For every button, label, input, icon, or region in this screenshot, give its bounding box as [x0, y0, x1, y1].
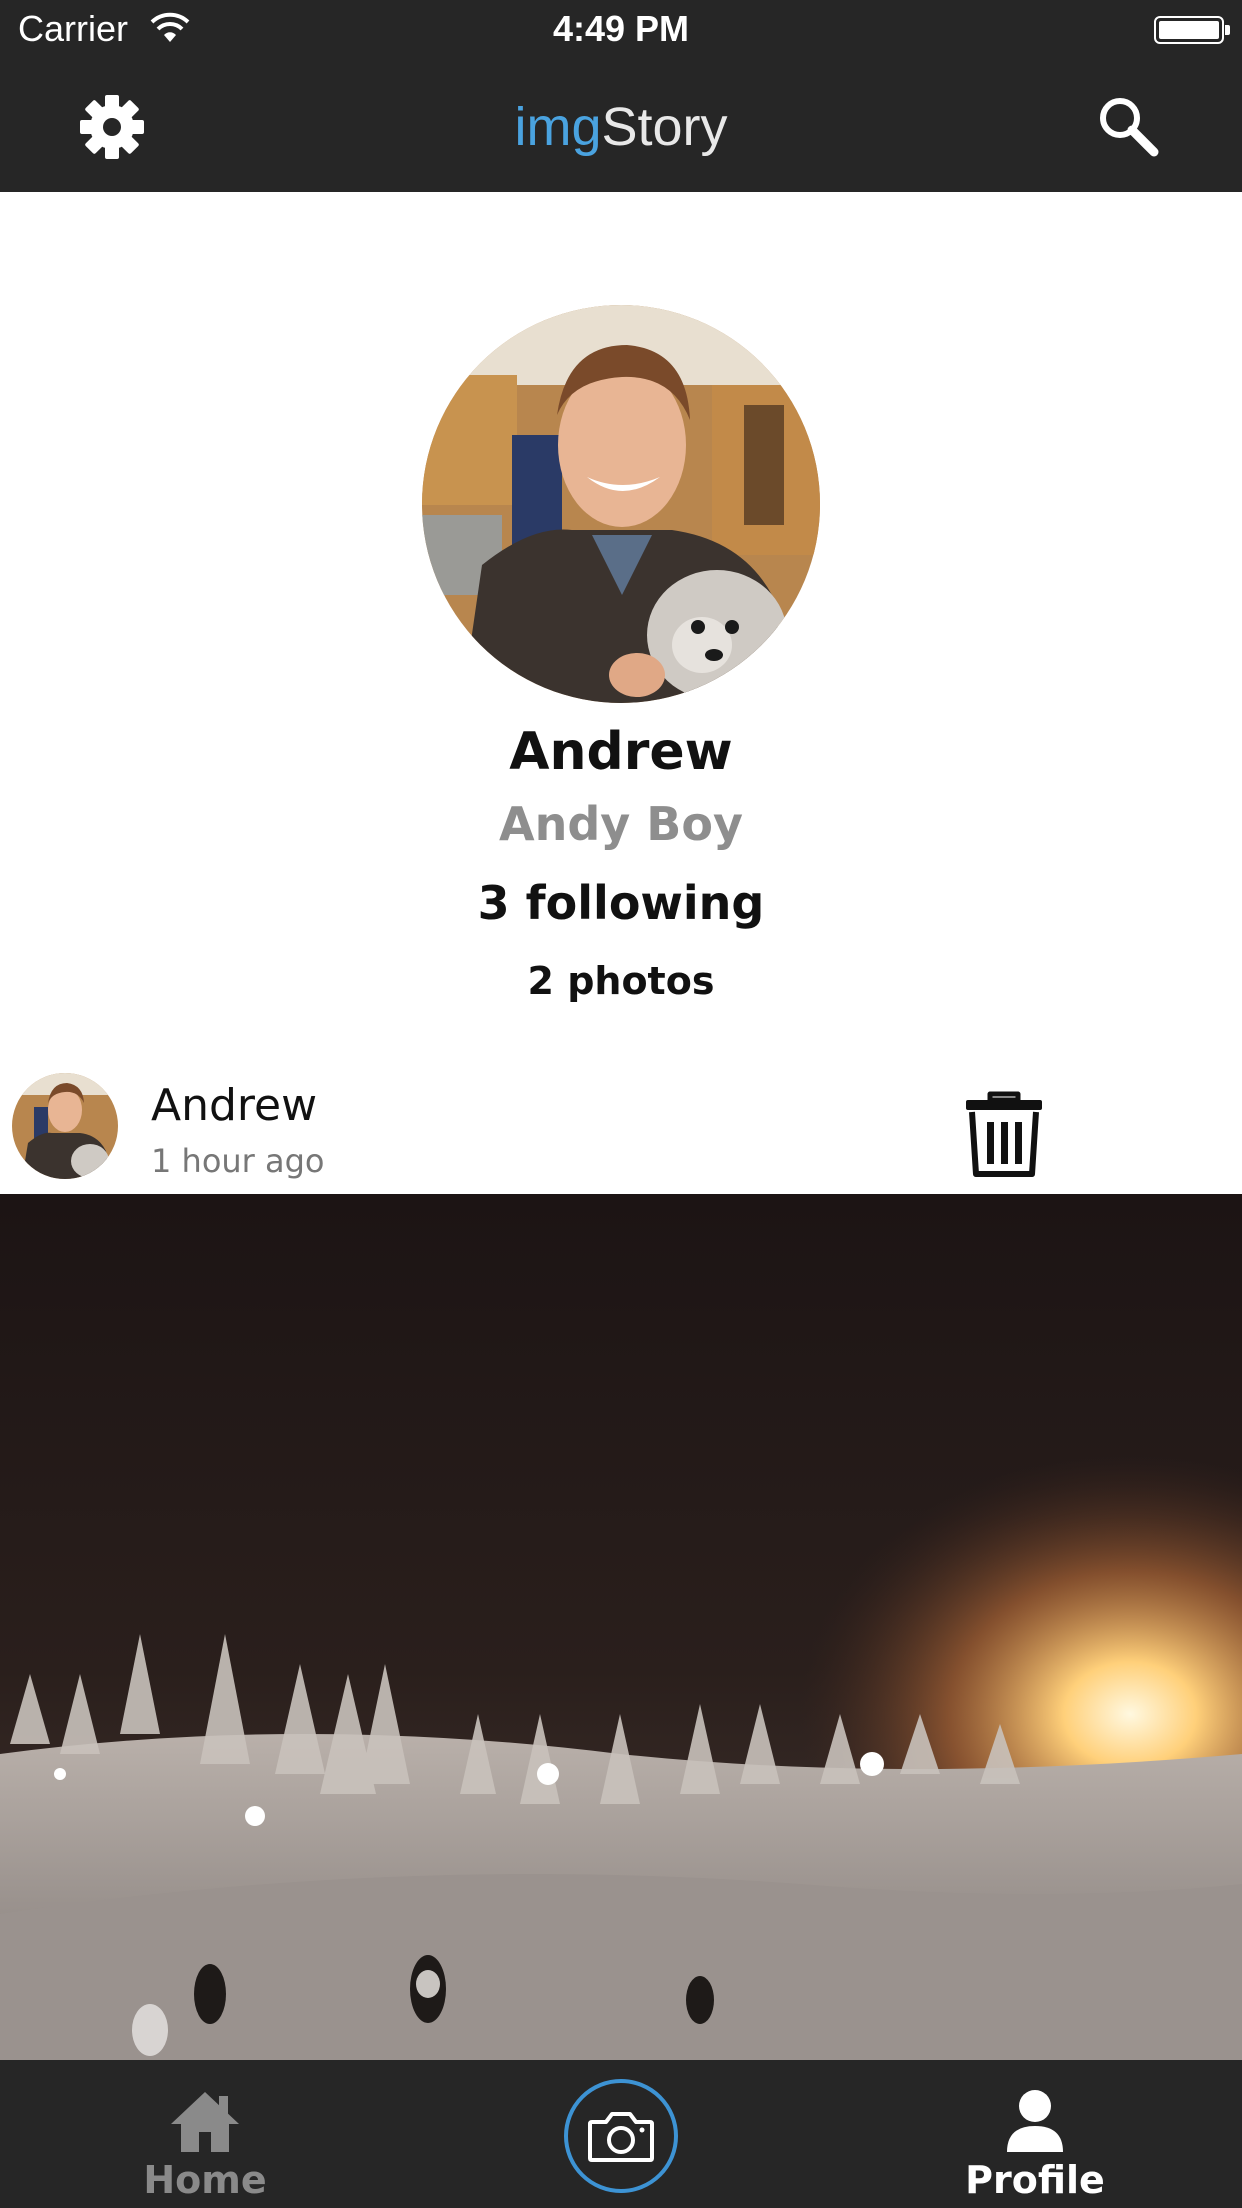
- tab-profile-label: Profile: [965, 2158, 1105, 2202]
- profile-avatar[interactable]: [422, 305, 820, 703]
- trash-icon[interactable]: [962, 1088, 1046, 1178]
- person-icon: [1007, 2090, 1063, 2152]
- search-icon[interactable]: [1094, 92, 1162, 160]
- following-count[interactable]: 3 following: [0, 876, 1242, 930]
- app-title-suffix: Story: [601, 97, 728, 157]
- post-author-avatar[interactable]: [12, 1073, 118, 1179]
- status-bar: Carrier 4:49 PM: [0, 0, 1242, 60]
- battery-icon: [1154, 16, 1230, 44]
- tab-home-label: Home: [143, 2158, 267, 2202]
- home-icon: [171, 2092, 239, 2152]
- post-photo[interactable]: [0, 1194, 1242, 2060]
- post-timestamp: 1 hour ago: [151, 1142, 325, 1180]
- post-author-name[interactable]: Andrew: [151, 1080, 317, 1131]
- camera-icon: [588, 2112, 654, 2162]
- photos-count: 2 photos: [527, 959, 715, 1003]
- app-title: imgStory: [0, 96, 1242, 158]
- tab-profile[interactable]: Profile: [935, 2060, 1135, 2208]
- profile-name: Andrew: [509, 722, 733, 782]
- nav-bar: imgStory: [0, 60, 1242, 192]
- status-time: 4:49 PM: [552, 8, 690, 49]
- app-title-prefix: img: [514, 97, 602, 157]
- tab-home[interactable]: Home: [105, 2060, 305, 2208]
- profile-username: Andy Boy: [499, 797, 743, 851]
- tab-bar: Home Profile: [0, 2060, 1242, 2208]
- camera-button[interactable]: [564, 2079, 678, 2193]
